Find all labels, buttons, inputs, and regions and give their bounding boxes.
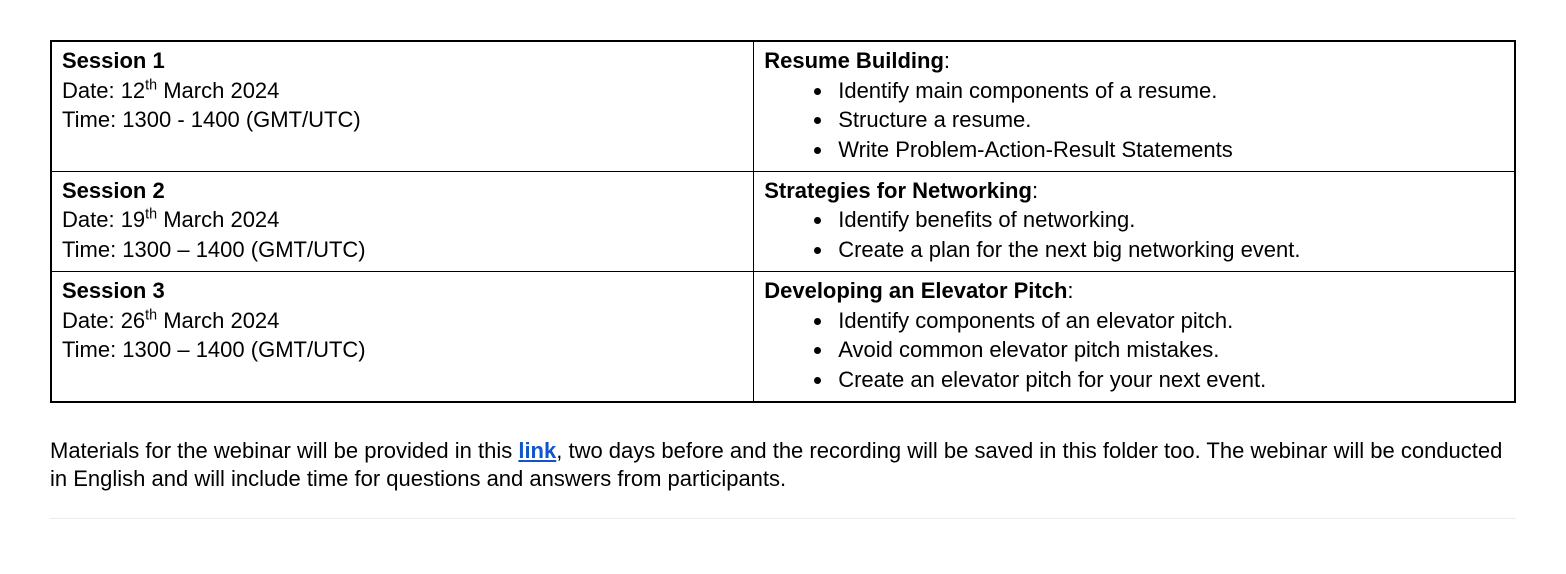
materials-link[interactable]: link (518, 438, 556, 463)
topic-heading-line: Developing an Elevator Pitch: (764, 276, 1506, 306)
list-item: Identify components of an elevator pitch… (834, 306, 1506, 336)
session-topic-cell: Strategies for Networking: Identify bene… (754, 171, 1515, 271)
session-topic-cell: Developing an Elevator Pitch: Identify c… (754, 271, 1515, 401)
topic-colon: : (944, 48, 950, 73)
session-time: Time: 1300 - 1400 (GMT/UTC) (62, 105, 745, 135)
topic-bullets: Identify benefits of networking. Create … (834, 205, 1506, 264)
list-item: Create a plan for the next big networkin… (834, 235, 1506, 265)
sessions-table: Session 1 Date: 12th March 2024 Time: 13… (50, 40, 1516, 403)
session-title: Session 3 (62, 276, 745, 306)
session-title: Session 2 (62, 176, 745, 206)
table-row: Session 1 Date: 12th March 2024 Time: 13… (51, 41, 1515, 171)
session-time: Time: 1300 – 1400 (GMT/UTC) (62, 335, 745, 365)
topic-colon: : (1032, 178, 1038, 203)
footer-text-before: Materials for the webinar will be provid… (50, 438, 518, 463)
session-date: Date: 26th March 2024 (62, 306, 745, 336)
topic-heading: Resume Building (764, 48, 944, 73)
date-suffix: March 2024 (157, 308, 279, 333)
table-row: Session 2 Date: 19th March 2024 Time: 13… (51, 171, 1515, 271)
table-row: Session 3 Date: 26th March 2024 Time: 13… (51, 271, 1515, 401)
session-time: Time: 1300 – 1400 (GMT/UTC) (62, 235, 745, 265)
topic-heading: Developing an Elevator Pitch (764, 278, 1067, 303)
list-item: Identify main components of a resume. (834, 76, 1506, 106)
footer-paragraph: Materials for the webinar will be provid… (50, 437, 1516, 494)
list-item: Identify benefits of networking. (834, 205, 1506, 235)
date-prefix: Date: 12 (62, 78, 145, 103)
divider (50, 518, 1516, 519)
date-prefix: Date: 26 (62, 308, 145, 333)
list-item: Structure a resume. (834, 105, 1506, 135)
topic-bullets: Identify components of an elevator pitch… (834, 306, 1506, 395)
topic-colon: : (1067, 278, 1073, 303)
session-info-cell: Session 1 Date: 12th March 2024 Time: 13… (51, 41, 754, 171)
topic-heading-line: Resume Building: (764, 46, 1506, 76)
session-info-cell: Session 3 Date: 26th March 2024 Time: 13… (51, 271, 754, 401)
list-item: Write Problem-Action-Result Statements (834, 135, 1506, 165)
session-date: Date: 19th March 2024 (62, 205, 745, 235)
topic-heading-line: Strategies for Networking: (764, 176, 1506, 206)
date-ordinal: th (145, 307, 157, 323)
date-ordinal: th (145, 77, 157, 93)
date-prefix: Date: 19 (62, 207, 145, 232)
list-item: Avoid common elevator pitch mistakes. (834, 335, 1506, 365)
date-ordinal: th (145, 207, 157, 223)
topic-bullets: Identify main components of a resume. St… (834, 76, 1506, 165)
session-topic-cell: Resume Building: Identify main component… (754, 41, 1515, 171)
session-title: Session 1 (62, 46, 745, 76)
session-date: Date: 12th March 2024 (62, 76, 745, 106)
topic-heading: Strategies for Networking (764, 178, 1032, 203)
date-suffix: March 2024 (157, 207, 279, 232)
session-info-cell: Session 2 Date: 19th March 2024 Time: 13… (51, 171, 754, 271)
list-item: Create an elevator pitch for your next e… (834, 365, 1506, 395)
date-suffix: March 2024 (157, 78, 279, 103)
